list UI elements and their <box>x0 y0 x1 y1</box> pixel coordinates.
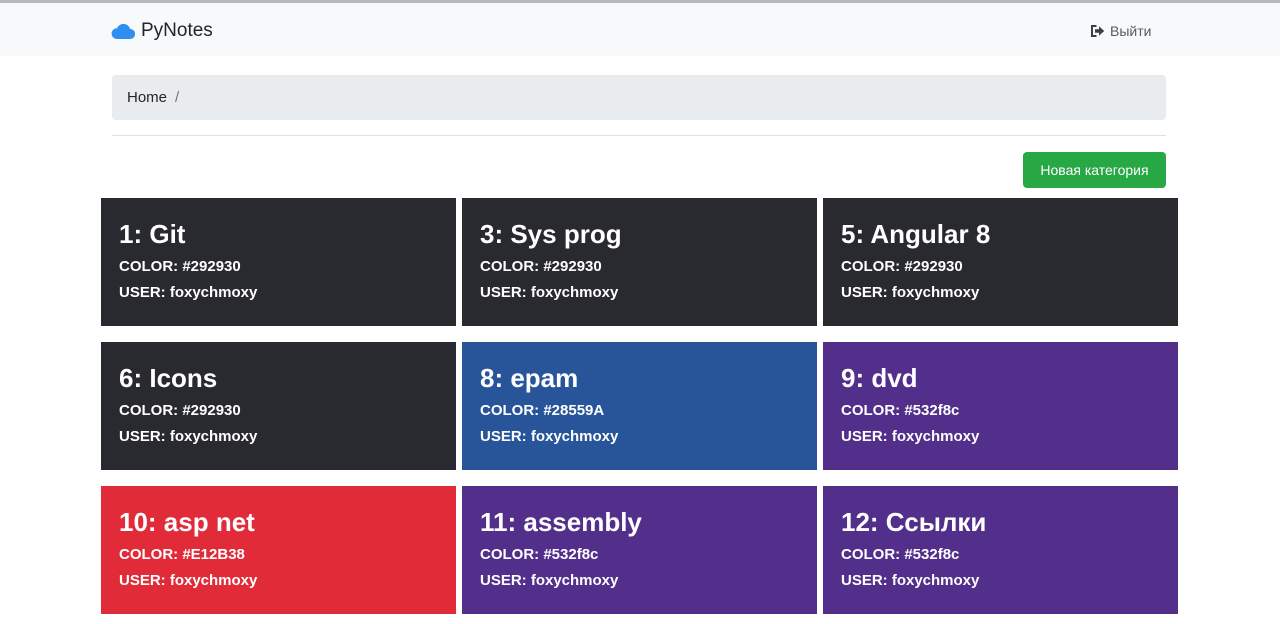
category-card[interactable]: 12: Ссылки COLOR: #532f8c USER: foxychmo… <box>823 486 1178 614</box>
breadcrumb-item-home[interactable]: Home <box>127 89 167 106</box>
breadcrumb-separator: / <box>175 89 180 106</box>
category-color: COLOR: #E12B38 <box>119 546 245 563</box>
category-color: COLOR: #292930 <box>841 258 963 275</box>
category-color: COLOR: #532f8c <box>841 546 960 563</box>
breadcrumb: Home / <box>112 75 1166 120</box>
category-grid: 1: Git COLOR: #292930 USER: foxychmoxy 3… <box>101 198 1178 614</box>
category-user: USER: foxychmoxy <box>480 572 619 589</box>
category-color: COLOR: #28559A <box>480 402 605 419</box>
cloud-icon <box>111 23 135 40</box>
category-title: 1: Git <box>119 219 186 249</box>
category-user: USER: foxychmoxy <box>119 572 258 589</box>
category-user: USER: foxychmoxy <box>841 284 980 301</box>
category-user: USER: foxychmoxy <box>841 428 980 445</box>
logout-link[interactable]: Выйти <box>1090 21 1151 41</box>
category-title: 11: assembly <box>480 507 642 537</box>
category-card[interactable]: 9: dvd COLOR: #532f8c USER: foxychmoxy <box>823 342 1178 470</box>
category-card[interactable]: 10: asp net COLOR: #E12B38 USER: foxychm… <box>101 486 456 614</box>
category-color: COLOR: #532f8c <box>480 546 599 563</box>
category-title: 8: epam <box>480 363 579 393</box>
category-user: USER: foxychmoxy <box>480 284 619 301</box>
category-color: COLOR: #292930 <box>480 258 602 275</box>
category-card[interactable]: 6: Icons COLOR: #292930 USER: foxychmoxy <box>101 342 456 470</box>
sign-out-icon <box>1091 25 1105 37</box>
category-color: COLOR: #292930 <box>119 258 241 275</box>
category-title: 9: dvd <box>841 363 918 393</box>
category-color: COLOR: #292930 <box>119 402 241 419</box>
divider <box>112 135 1166 136</box>
category-user: USER: foxychmoxy <box>119 428 258 445</box>
category-user: USER: foxychmoxy <box>841 572 980 589</box>
category-title: 5: Angular 8 <box>841 219 991 249</box>
category-card[interactable]: 3: Sys prog COLOR: #292930 USER: foxychm… <box>462 198 817 326</box>
category-user: USER: foxychmoxy <box>119 284 258 301</box>
category-user: USER: foxychmoxy <box>480 428 619 445</box>
category-card[interactable]: 1: Git COLOR: #292930 USER: foxychmoxy <box>101 198 456 326</box>
new-category-button[interactable]: Новая категория <box>1023 152 1166 188</box>
brand-name: PyNotes <box>141 20 213 41</box>
brand-link[interactable]: PyNotes <box>111 18 213 44</box>
category-title: 12: Ссылки <box>841 507 987 537</box>
category-title: 10: asp net <box>119 507 255 537</box>
category-card[interactable]: 11: assembly COLOR: #532f8c USER: foxych… <box>462 486 817 614</box>
category-title: 3: Sys prog <box>480 219 622 249</box>
category-card[interactable]: 5: Angular 8 COLOR: #292930 USER: foxych… <box>823 198 1178 326</box>
logout-label: Выйти <box>1110 23 1152 39</box>
category-card[interactable]: 8: epam COLOR: #28559A USER: foxychmoxy <box>462 342 817 470</box>
category-color: COLOR: #532f8c <box>841 402 960 419</box>
navbar: PyNotes Выйти <box>0 3 1280 56</box>
category-title: 6: Icons <box>119 363 218 393</box>
